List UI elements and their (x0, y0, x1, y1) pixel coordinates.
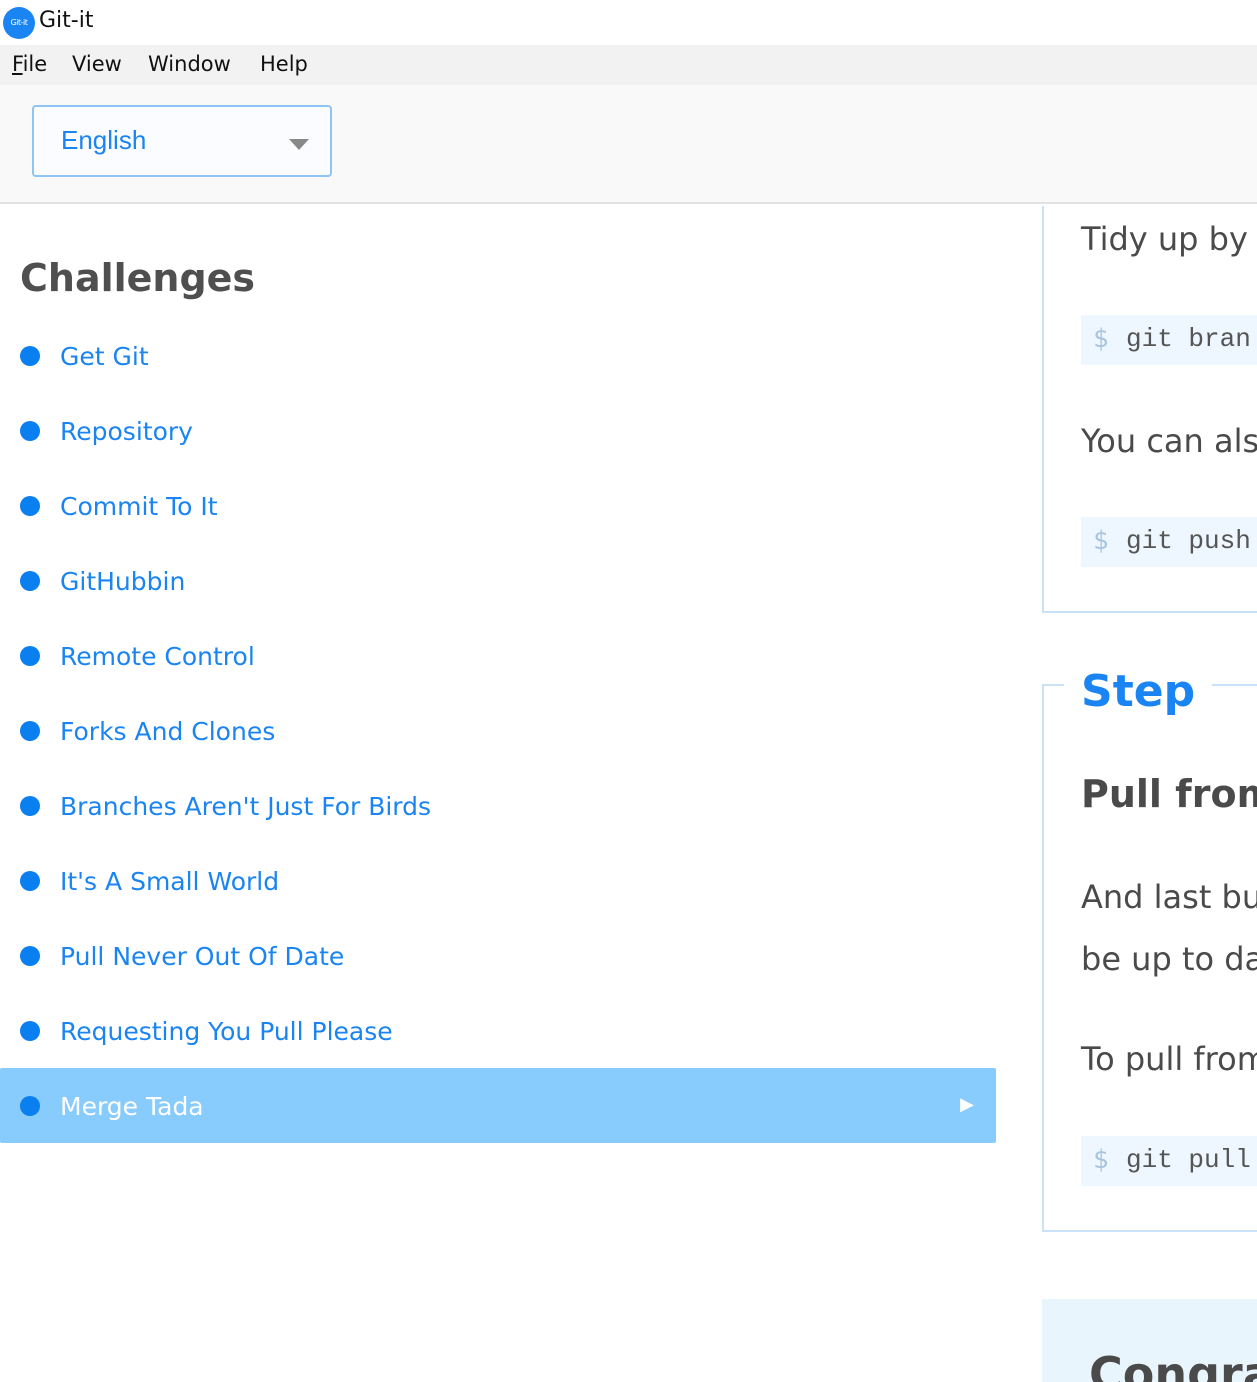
menu-file-mnemonic: F (12, 52, 23, 76)
step-text: To pull from (1081, 1040, 1257, 1078)
code-block: $ git push (1081, 517, 1257, 567)
challenge-status-dot-icon (20, 571, 40, 591)
menu-file[interactable]: File (12, 52, 47, 76)
congrats-heading: Congra (1089, 1347, 1257, 1382)
challenge-status-dot-icon (20, 1096, 40, 1116)
challenge-item[interactable]: Pull Never Out Of Date (0, 918, 996, 993)
challenge-item-label: Merge Tada (60, 1092, 204, 1121)
challenge-item-label: Forks And Clones (60, 717, 276, 746)
challenge-item[interactable]: Get Git (0, 318, 996, 393)
challenge-item-label: It's A Small World (60, 867, 280, 896)
challenge-item-label: Remote Control (60, 642, 255, 671)
challenge-item[interactable]: Requesting You Pull Please (0, 993, 996, 1068)
code-block: $ git pull (1081, 1136, 1257, 1186)
step-box: Step Pull from And last but be up to da t… (1042, 666, 1257, 1232)
code-command: git push (1126, 526, 1251, 556)
app-logo-icon: Git-it (3, 7, 35, 39)
language-select-value: English (61, 125, 147, 155)
challenges-sidebar: Challenges Get Git Repository Commit To It… (0, 206, 1000, 1382)
step-text: You can also (1081, 422, 1257, 460)
congrats-box: Congra (1042, 1299, 1257, 1382)
content-panel: Tidy up by d $ git bran You can also $ g… (1042, 206, 1257, 1382)
menu-window[interactable]: Window (148, 52, 231, 76)
challenge-item-label: Repository (60, 417, 193, 446)
code-prompt: $ (1093, 1145, 1109, 1175)
menu-file-label: ile (22, 52, 48, 76)
challenge-status-dot-icon (20, 346, 40, 366)
challenge-item[interactable]: It's A Small World (0, 843, 996, 918)
code-command: git bran (1126, 324, 1251, 354)
challenge-item[interactable]: Branches Aren't Just For Birds (0, 768, 996, 843)
window-title: Git-it (39, 8, 94, 33)
challenge-status-dot-icon (20, 946, 40, 966)
challenge-item-label: Commit To It (60, 492, 218, 521)
menu-help[interactable]: Help (260, 52, 308, 76)
challenge-status-dot-icon (20, 721, 40, 741)
challenge-status-dot-icon (20, 871, 40, 891)
challenge-status-dot-icon (20, 421, 40, 441)
challenge-item[interactable]: Commit To It (0, 468, 996, 543)
play-arrow-icon: ▶ (960, 1094, 974, 1115)
challenge-item[interactable]: Forks And Clones (0, 693, 996, 768)
language-header: English (0, 85, 1257, 204)
title-bar: Git-it Git-it (0, 0, 1257, 45)
challenge-item-label: Branches Aren't Just For Birds (60, 792, 432, 821)
challenge-status-dot-icon (20, 496, 40, 516)
step-text: Tidy up by d (1081, 220, 1257, 258)
step-box: Tidy up by d $ git bran You can also $ g… (1042, 206, 1257, 613)
challenge-item-label: Get Git (60, 342, 149, 371)
challenge-item-label: GitHubbin (60, 567, 186, 596)
challenge-status-dot-icon (20, 796, 40, 816)
chevron-down-icon (289, 139, 309, 150)
menu-bar: File View Window Help (0, 45, 1257, 85)
code-prompt: $ (1093, 526, 1109, 556)
language-select[interactable]: English (32, 105, 332, 177)
challenge-item-label: Pull Never Out Of Date (60, 942, 345, 971)
step-title: Step (1064, 666, 1213, 717)
challenges-title: Challenges (20, 256, 256, 300)
code-block: $ git bran (1081, 315, 1257, 365)
step-paragraph-line: And last but (1081, 878, 1257, 916)
challenge-item[interactable]: GitHubbin (0, 543, 996, 618)
code-prompt: $ (1093, 324, 1109, 354)
challenge-status-dot-icon (20, 646, 40, 666)
step-paragraph-line: be up to dat (1081, 940, 1257, 978)
code-command: git pull (1126, 1145, 1251, 1175)
challenge-item-label: Requesting You Pull Please (60, 1017, 393, 1046)
challenge-item[interactable]: Repository (0, 393, 996, 468)
step-heading: Pull from (1081, 772, 1257, 816)
menu-view[interactable]: View (72, 52, 122, 76)
challenge-item[interactable]: Merge Tada ▶ (0, 1068, 996, 1143)
challenge-status-dot-icon (20, 1021, 40, 1041)
challenge-item[interactable]: Remote Control (0, 618, 996, 693)
